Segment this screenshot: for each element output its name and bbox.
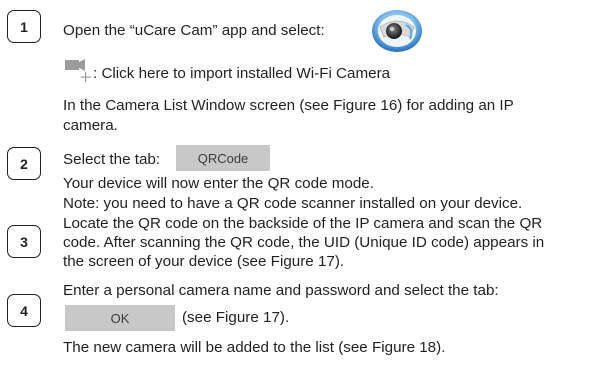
step4-enter-name-text: Enter a personal camera name and passwor… (63, 282, 499, 299)
step3-screen-text: the screen of your device (see Figure 17… (63, 253, 345, 270)
step1-camera-text: camera. (63, 117, 118, 134)
step3-scan-text: code. After scanning the QR code, the UI… (63, 234, 545, 251)
import-camera-text: : Click here to import installed Wi-Fi C… (93, 65, 391, 82)
qrcode-tab[interactable]: QRCode (176, 145, 270, 171)
step-number-4: 4 (7, 294, 41, 327)
step4-see-figure-text: (see Figure 17). (182, 309, 290, 326)
step-number-3: 3 (7, 225, 41, 258)
step2-note-text: Note: you need to have a QR code scanner… (63, 195, 523, 212)
ok-button[interactable]: OK (65, 305, 175, 331)
step4-added-text: The new camera will be added to the list… (63, 339, 446, 356)
instruction-page: 1 Open the “uCare Cam” app and select: :… (0, 0, 611, 377)
step2-qr-mode-text: Your device will now enter the QR code m… (63, 175, 374, 192)
ucare-cam-app-icon[interactable] (370, 7, 424, 53)
step-number-1: 1 (7, 10, 41, 43)
step2-select-tab-text: Select the tab: (63, 151, 161, 168)
add-camera-icon[interactable] (65, 58, 95, 84)
step1-open-app-text: Open the “uCare Cam” app and select: (63, 22, 325, 39)
step-number-2: 2 (7, 147, 41, 180)
step3-locate-text: Locate the QR code on the backside of th… (63, 215, 543, 232)
step1-camera-list-text: In the Camera List Window screen (see Fi… (63, 97, 514, 114)
